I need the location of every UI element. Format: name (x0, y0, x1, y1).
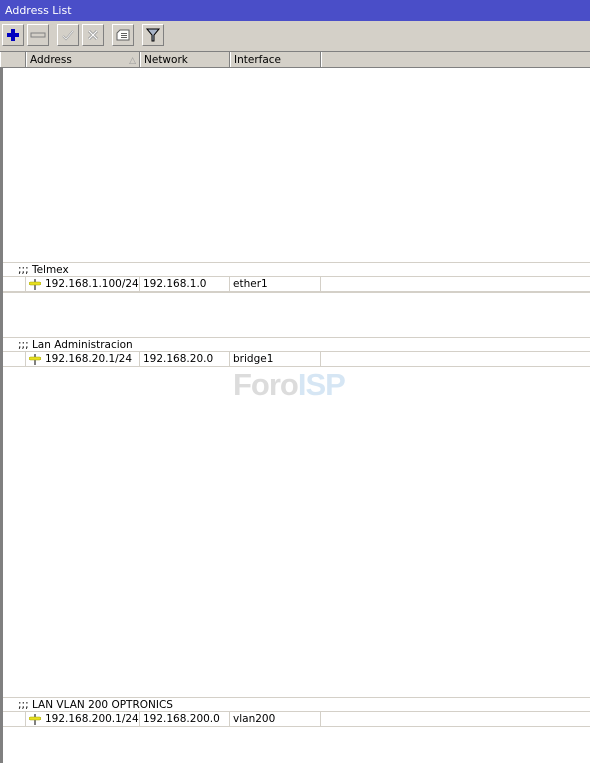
flags-cell (3, 712, 26, 726)
column-header-flags[interactable] (0, 52, 26, 67)
address-cell: 192.168.200.1/24 (26, 712, 140, 726)
table-row[interactable]: 192.168.200.1/24 192.168.200.0 vlan200 (3, 712, 590, 727)
network-cell: 192.168.20.0 (140, 352, 230, 366)
network-value: 192.168.200.0 (143, 713, 220, 725)
network-cell: 192.168.200.0 (140, 712, 230, 726)
filter-button[interactable] (142, 24, 164, 46)
interface-value: vlan200 (233, 713, 276, 725)
address-cell: 192.168.20.1/24 (26, 352, 140, 366)
address-list[interactable] (0, 68, 590, 763)
column-header-address[interactable]: Address △ (26, 52, 140, 67)
add-button[interactable] (2, 24, 24, 46)
x-icon (87, 29, 99, 41)
enable-button[interactable] (57, 24, 79, 46)
interface-cell: ether1 (230, 277, 321, 291)
column-label: Address (30, 54, 72, 66)
interface-cell: bridge1 (230, 352, 321, 366)
comment-row[interactable]: ;;; Lan Administracion (3, 337, 590, 352)
row-separator (3, 292, 590, 293)
table-row[interactable]: 192.168.20.1/24 192.168.20.0 bridge1 (3, 352, 590, 367)
check-icon (62, 30, 74, 41)
address-value: 192.168.20.1/24 (45, 353, 133, 365)
table-row[interactable]: 192.168.1.100/24 192.168.1.0 ether1 (3, 277, 590, 292)
address-cell: 192.168.1.100/24 (26, 277, 140, 291)
table-header: Address △ Network Interface (0, 51, 590, 68)
address-plus-icon (29, 713, 41, 725)
comment-row[interactable]: ;;; Telmex (3, 262, 590, 277)
minus-icon (30, 32, 46, 38)
network-value: 192.168.1.0 (143, 278, 207, 290)
network-cell: 192.168.1.0 (140, 277, 230, 291)
flags-cell (3, 277, 26, 291)
watermark-isp: ISP (297, 367, 346, 402)
watermark: ForoISP (233, 367, 346, 403)
remove-button[interactable] (27, 24, 49, 46)
list-left-border (0, 68, 3, 763)
column-label: Interface (234, 54, 282, 66)
watermark-foro: Foro (233, 367, 299, 402)
column-header-interface[interactable]: Interface (230, 52, 321, 67)
comment-row[interactable]: ;;; LAN VLAN 200 OPTRONICS (3, 697, 590, 712)
disable-button[interactable] (82, 24, 104, 46)
filter-icon (146, 28, 160, 42)
interface-value: bridge1 (233, 353, 274, 365)
interface-cell: vlan200 (230, 712, 321, 726)
address-value: 192.168.1.100/24 (45, 278, 139, 290)
address-plus-icon (29, 278, 41, 290)
address-plus-icon (29, 353, 41, 365)
address-value: 192.168.200.1/24 (45, 713, 139, 725)
column-header-network[interactable]: Network (140, 52, 230, 67)
entry-comment: ;;; Lan Administracion (18, 339, 133, 351)
toolbar (0, 21, 590, 51)
comment-button[interactable] (112, 24, 134, 46)
window-title: Address List (5, 4, 72, 17)
column-label: Network (144, 54, 188, 66)
interface-value: ether1 (233, 278, 268, 290)
comment-icon (116, 29, 130, 41)
entry-comment: ;;; Telmex (18, 264, 69, 276)
plus-icon (7, 29, 19, 41)
entry-comment: ;;; LAN VLAN 200 OPTRONICS (18, 699, 173, 711)
sort-ascending-icon: △ (129, 56, 136, 66)
column-header-filler (321, 52, 590, 67)
flags-cell (3, 352, 26, 366)
network-value: 192.168.20.0 (143, 353, 214, 365)
window-title-bar: Address List (0, 0, 590, 21)
